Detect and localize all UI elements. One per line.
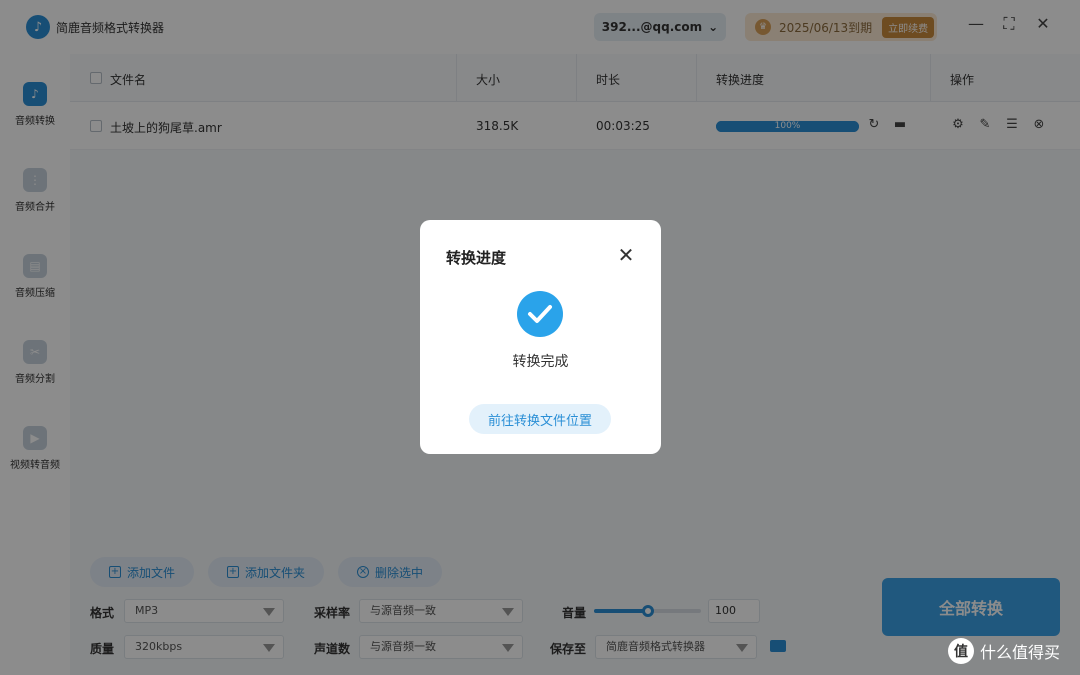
dialog-close-icon[interactable]: ✕ — [615, 244, 637, 266]
watermark-text: 什么值得买 — [980, 643, 1061, 662]
dialog-title: 转换进度 — [446, 249, 507, 267]
watermark-logo: 值 — [948, 638, 974, 664]
watermark: 值 什么值得买 — [948, 638, 1060, 664]
check-circle-icon — [517, 291, 563, 337]
open-output-location-button[interactable]: 前往转换文件位置 — [469, 404, 611, 434]
dialog-status: 转换完成 — [512, 354, 569, 370]
conversion-progress-dialog: 转换进度 ✕ 转换完成 前往转换文件位置 — [420, 220, 661, 454]
